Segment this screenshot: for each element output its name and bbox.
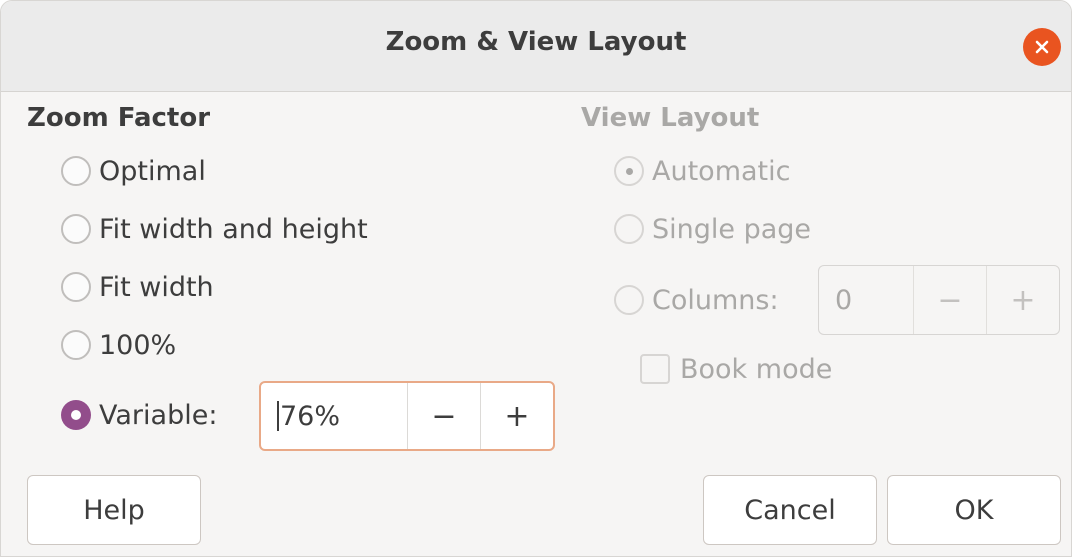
checkbox-box [640, 354, 670, 384]
checkbox-label: Book mode [680, 353, 833, 385]
variable-zoom-value: 76% [280, 400, 341, 432]
minus-icon: − [431, 398, 457, 434]
radio-100-percent[interactable]: 100% [61, 325, 176, 365]
radio-label: Columns: [652, 284, 779, 316]
variable-zoom-input[interactable]: 76% [261, 383, 407, 449]
radio-circle [61, 214, 91, 244]
zoom-dialog: Zoom & View Layout Zoom Factor Optimal F… [0, 0, 1072, 557]
variable-zoom-decrement-button[interactable]: − [407, 383, 480, 449]
radio-label: 100% [99, 329, 177, 361]
radio-circle [61, 156, 91, 186]
variable-zoom-increment-button[interactable]: + [480, 383, 553, 449]
plus-icon: + [1010, 282, 1036, 318]
plus-icon: + [504, 398, 530, 434]
radio-label: Single page [652, 213, 812, 245]
radio-circle-checked [61, 400, 91, 430]
title-bar: Zoom & View Layout [1, 1, 1071, 92]
columns-value: 0 [835, 284, 853, 316]
close-button[interactable] [1023, 28, 1061, 66]
radio-optimal[interactable]: Optimal [61, 151, 206, 191]
radio-automatic[interactable]: Automatic [614, 151, 790, 191]
radio-single-page[interactable]: Single page [614, 209, 811, 249]
radio-label: Fit width and height [99, 213, 368, 245]
radio-columns[interactable]: Columns: [614, 280, 779, 320]
dialog-title: Zoom & View Layout [385, 27, 687, 57]
ok-button[interactable]: OK [887, 475, 1061, 545]
columns-spinbox: 0 − + [818, 265, 1060, 335]
variable-zoom-spinbox: 76% − + [259, 381, 555, 451]
radio-fit-width-height[interactable]: Fit width and height [61, 209, 368, 249]
radio-circle [614, 285, 644, 315]
radio-circle [614, 214, 644, 244]
zoom-factor-heading: Zoom Factor [27, 103, 211, 133]
book-mode-checkbox[interactable]: Book mode [640, 349, 832, 389]
view-layout-heading: View Layout [581, 103, 760, 133]
help-button[interactable]: Help [27, 475, 201, 545]
radio-label: Optimal [99, 155, 206, 187]
columns-input[interactable]: 0 [819, 266, 913, 334]
radio-fit-width[interactable]: Fit width [61, 267, 214, 307]
columns-decrement-button[interactable]: − [913, 266, 986, 334]
radio-label: Automatic [652, 155, 791, 187]
minus-icon: − [937, 282, 963, 318]
close-icon [1035, 40, 1049, 54]
radio-circle [61, 272, 91, 302]
text-caret [277, 401, 279, 431]
radio-circle [61, 330, 91, 360]
columns-increment-button[interactable]: + [986, 266, 1059, 334]
radio-circle-checked [614, 156, 644, 186]
radio-variable[interactable]: Variable: [61, 395, 217, 435]
cancel-button[interactable]: Cancel [703, 475, 877, 545]
radio-label: Variable: [99, 399, 218, 431]
radio-label: Fit width [99, 271, 214, 303]
